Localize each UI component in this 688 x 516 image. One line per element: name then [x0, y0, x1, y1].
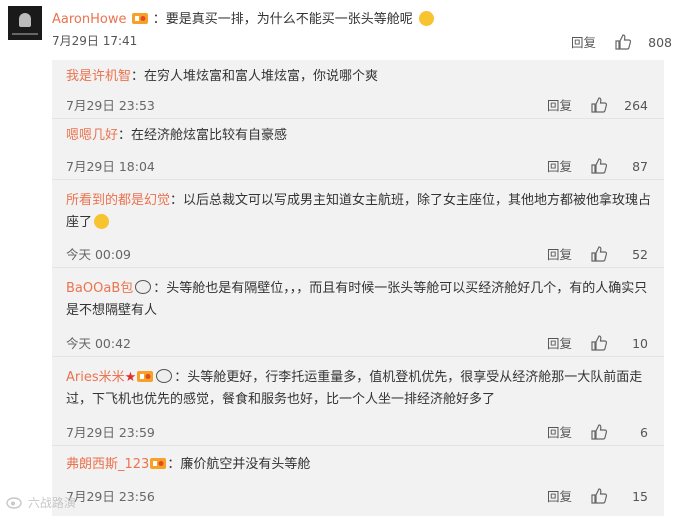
- emoji-icon: [418, 11, 434, 26]
- reply-text: ：头等舱也是有隔壁位，，，而且有时候一张头等舱可以买经济舱好几个，有的人确实只是…: [66, 281, 648, 318]
- reply-button[interactable]: 回复: [526, 244, 572, 263]
- reply-item: 所看到的都是幻觉：以后总裁文可以写成男主知道女主航班，除了女主座位，其他地方都被…: [52, 180, 664, 267]
- reply-button[interactable]: 回复: [526, 486, 572, 505]
- reply-text: ：在经济舱炫富比较有自豪感: [118, 128, 288, 143]
- reply-actions: 回复 15: [526, 486, 648, 505]
- like-count: 6: [640, 425, 648, 440]
- reply-item: Aries米米★ ：头等舱更好，行李托运重量多，值机登机优先，很享受从经济舱那一大…: [52, 357, 664, 445]
- reply-item: 嗯嗯几好：在经济舱炫富比较有自豪感 7月29日 18:04 回复 87: [52, 119, 664, 179]
- reply-actions: 回复 52: [526, 244, 648, 263]
- reply-button[interactable]: 回复: [550, 32, 596, 51]
- reply-body: Aries米米★ ：头等舱更好，行李托运重量多，值机登机优先，很享受从经济舱那一大…: [66, 367, 652, 411]
- main-comment-date: 7月29日 17:41: [52, 34, 138, 48]
- reply-username[interactable]: 所看到的都是幻觉: [66, 193, 170, 208]
- emoji-icon: [94, 214, 110, 229]
- replies-panel: 我是许机智：在穷人堆炫富和富人堆炫富，你说哪个爽 7月29日 23:53 回复 …: [52, 60, 664, 516]
- thumbs-up-icon[interactable]: [590, 488, 608, 504]
- vip-badge-icon: [150, 458, 167, 469]
- reply-item: BaOOaB包 ：头等舱也是有隔壁位，，，而且有时候一张头等舱可以买经济舱好几个，…: [52, 268, 664, 356]
- reply-actions: 回复 6: [526, 422, 648, 441]
- reply-username[interactable]: Aries米米: [66, 370, 125, 385]
- reply-username[interactable]: 我是许机智: [66, 69, 131, 84]
- main-comment-username[interactable]: AaronHowe: [52, 12, 126, 27]
- reply-date: 7月29日 23:53: [66, 98, 155, 113]
- reply-text: ：廉价航空并没有头等舱: [167, 457, 311, 472]
- reply-item: 我是许机智：在穷人堆炫富和富人堆炫富，你说哪个爽 7月29日 23:53 回复 …: [52, 60, 664, 118]
- reply-body: 我是许机智：在穷人堆炫富和富人堆炫富，你说哪个爽: [66, 66, 652, 88]
- vip-badge-icon: [131, 13, 148, 24]
- main-comment-body: AaronHowe ：要是真买一排，为什么不能买一张头等舱呢: [52, 8, 434, 27]
- reply-username[interactable]: BaOOaB包: [66, 281, 133, 296]
- main-comment-text: ：要是真买一排，为什么不能买一张头等舱呢: [152, 12, 413, 27]
- reply-actions: 回复 10: [526, 333, 648, 352]
- thumbs-up-icon[interactable]: [590, 158, 608, 174]
- avatar[interactable]: [8, 6, 42, 40]
- thumbs-up-icon[interactable]: [590, 246, 608, 262]
- like-count: 10: [632, 336, 648, 351]
- reply-date: 7月29日 18:04: [66, 159, 155, 174]
- thumbs-up-icon[interactable]: [614, 34, 632, 50]
- reply-date: 7月29日 23:59: [66, 425, 155, 440]
- star-icon: ★: [124, 370, 137, 385]
- panda-icon: [156, 369, 173, 383]
- watermark: 六战路演: [6, 494, 76, 511]
- reply-item: 弗朗西斯_123 ：廉价航空并没有头等舱 7月29日 23:56 回复 15: [52, 446, 664, 516]
- like-count: 87: [632, 159, 648, 174]
- reply-text: ：在穷人堆炫富和富人堆炫富，你说哪个爽: [131, 69, 379, 84]
- main-comment-meta: 7月29日 17:41: [52, 32, 137, 49]
- reply-actions: 回复 264: [526, 95, 648, 114]
- reply-actions: 回复 87: [526, 156, 648, 175]
- reply-button[interactable]: 回复: [526, 95, 572, 114]
- weibo-logo-icon: [6, 497, 22, 509]
- avatar-underline: [12, 33, 38, 35]
- reply-button[interactable]: 回复: [526, 333, 572, 352]
- lock-icon: [19, 13, 31, 27]
- reply-username[interactable]: 嗯嗯几好: [66, 128, 118, 143]
- thumbs-up-icon[interactable]: [590, 424, 608, 440]
- main-comment: AaronHowe ：要是真买一排，为什么不能买一张头等舱呢 7月29日 17:…: [0, 0, 688, 56]
- thumbs-up-icon[interactable]: [590, 335, 608, 351]
- reply-body: 弗朗西斯_123 ：廉价航空并没有头等舱: [66, 454, 652, 476]
- reply-body: 所看到的都是幻觉：以后总裁文可以写成男主知道女主航班，除了女主座位，其他地方都被…: [66, 190, 652, 234]
- like-count: 15: [632, 489, 648, 504]
- reply-body: BaOOaB包 ：头等舱也是有隔壁位，，，而且有时候一张头等舱可以买经济舱好几个，…: [66, 278, 652, 322]
- main-comment-actions: 回复 808: [550, 32, 672, 51]
- watermark-text: 六战路演: [27, 496, 76, 510]
- thumbs-up-icon[interactable]: [590, 97, 608, 113]
- reply-date: 今天 00:42: [66, 336, 131, 351]
- like-count: 808: [648, 35, 672, 50]
- vip-badge-icon: [137, 371, 154, 382]
- reply-date: 今天 00:09: [66, 247, 131, 262]
- reply-body: 嗯嗯几好：在经济舱炫富比较有自豪感: [66, 125, 652, 147]
- reply-date: 7月29日 23:56: [66, 489, 155, 504]
- reply-button[interactable]: 回复: [526, 156, 572, 175]
- reply-username[interactable]: 弗朗西斯_123: [66, 457, 149, 472]
- like-count: 52: [632, 247, 648, 262]
- panda-icon: [135, 280, 152, 294]
- reply-button[interactable]: 回复: [526, 422, 572, 441]
- like-count: 264: [624, 98, 648, 113]
